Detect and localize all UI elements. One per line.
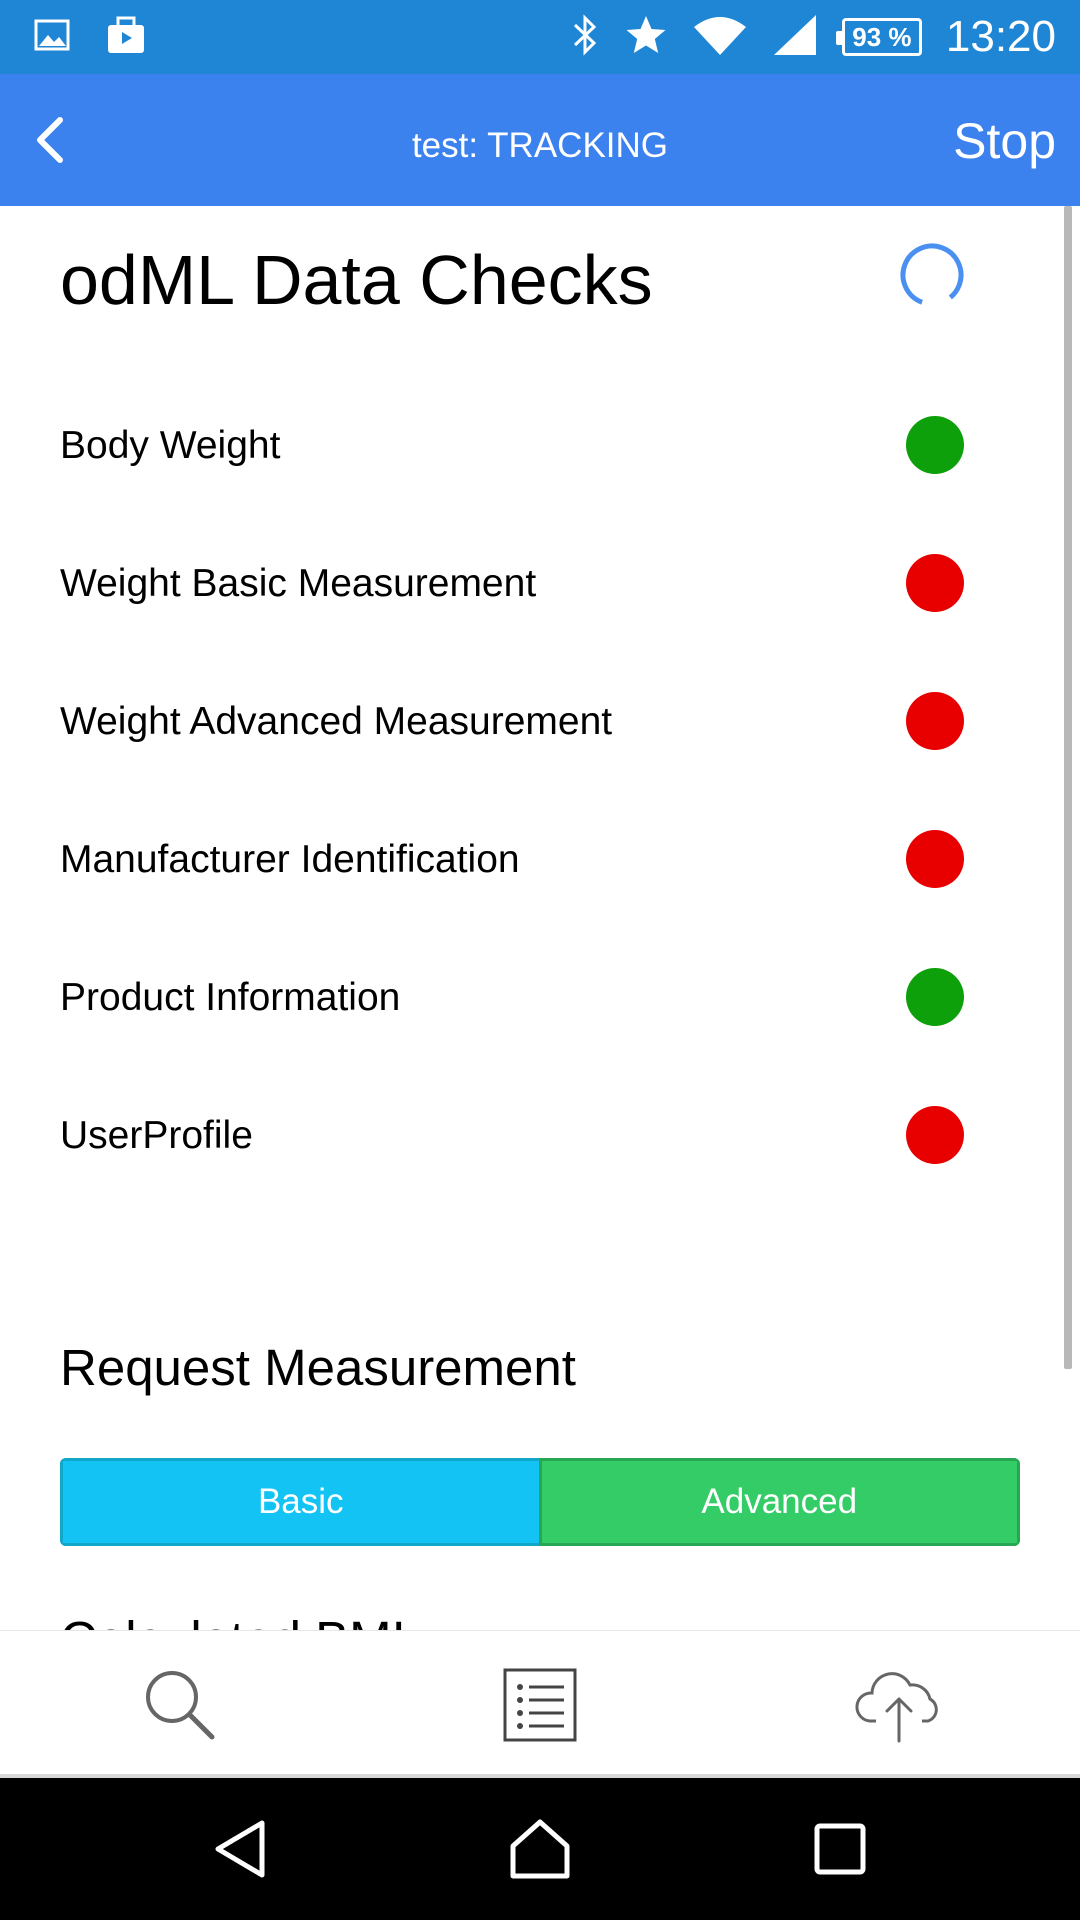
stop-button[interactable]: Stop	[953, 74, 1056, 206]
check-item-user-profile: UserProfile	[0, 1106, 1000, 1211]
nav-back-button[interactable]	[140, 1778, 340, 1920]
nav-recents-button[interactable]	[740, 1778, 940, 1920]
search-icon	[146, 1671, 215, 1740]
tab-upload[interactable]	[720, 1631, 1080, 1779]
bmi-title: Calculated BMI	[60, 1610, 406, 1630]
check-label: UserProfile	[60, 1114, 253, 1157]
check-item-body-weight: Body Weight	[0, 416, 1000, 521]
status-ok-indicator	[906, 416, 964, 474]
advanced-button[interactable]: Advanced	[538, 1458, 1020, 1546]
check-label: Weight Advanced Measurement	[60, 700, 613, 743]
loading-spinner-icon	[900, 243, 964, 307]
cloud-upload-icon	[855, 1672, 938, 1743]
main-content[interactable]: odML Data Checks Body Weight Weight Basi…	[0, 206, 1080, 1630]
checks-title: odML Data Checks	[60, 241, 653, 319]
clock: 13:20	[945, 12, 1056, 61]
bottom-tab-bar	[0, 1630, 1080, 1779]
back-triangle-icon	[215, 1820, 265, 1878]
status-fail-indicator	[906, 554, 964, 612]
app-bar-title: test: TRACKING	[411, 126, 669, 165]
battery-indicator: 93 %	[835, 18, 922, 56]
check-label: Body Weight	[60, 424, 281, 467]
gallery-icon	[34, 15, 70, 60]
scrollbar[interactable]	[1064, 206, 1072, 1369]
recents-icon	[814, 1823, 866, 1875]
wifi-icon	[692, 13, 748, 62]
check-item-manufacturer: Manufacturer Identification	[0, 830, 1000, 935]
check-item-weight-advanced: Weight Advanced Measurement	[0, 692, 1000, 797]
nav-home-button[interactable]	[440, 1778, 640, 1920]
tab-list[interactable]	[360, 1631, 720, 1779]
measurement-type-selector: Basic Advanced	[60, 1458, 1020, 1546]
status-fail-indicator	[906, 692, 964, 750]
basic-button[interactable]: Basic	[60, 1458, 539, 1546]
check-item-product-info: Product Information	[0, 968, 1000, 1073]
status-fail-indicator	[906, 1106, 964, 1164]
request-title: Request Measurement	[60, 1339, 576, 1396]
bluetooth-icon	[570, 13, 600, 62]
tab-search[interactable]	[0, 1631, 360, 1779]
app-bar: test: TRACKING Stop	[0, 74, 1080, 206]
check-label: Manufacturer Identification	[60, 838, 520, 881]
status-fail-indicator	[906, 830, 964, 888]
signal-icon	[772, 13, 818, 62]
status-ok-indicator	[906, 968, 964, 1026]
check-item-weight-basic: Weight Basic Measurement	[0, 554, 1000, 659]
list-icon	[503, 1668, 577, 1742]
check-label: Product Information	[60, 976, 401, 1019]
home-icon	[510, 1819, 570, 1879]
star-icon	[624, 13, 668, 62]
status-bar: 93 % 13:20	[0, 0, 1080, 74]
check-label: Weight Basic Measurement	[60, 562, 537, 605]
system-nav-bar	[0, 1778, 1080, 1920]
bag-icon	[104, 15, 148, 60]
